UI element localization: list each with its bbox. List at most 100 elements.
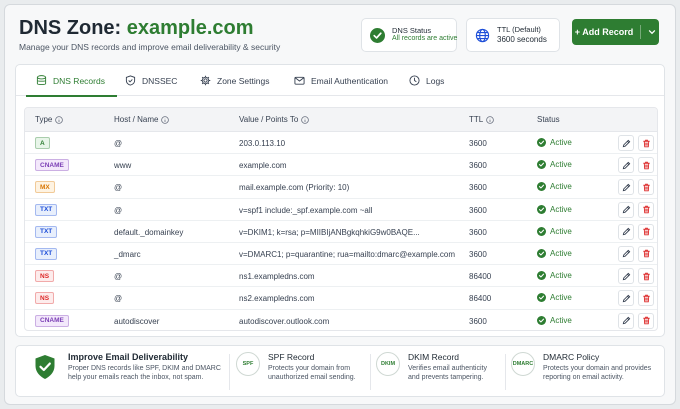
record-type-badge: A [35,137,50,149]
edit-record-button[interactable] [618,268,634,285]
feature-desc-line2: unauthorized email sending. [268,374,356,382]
column-header-status[interactable]: Status [537,115,560,124]
trash-icon [642,227,650,236]
tab-email-authentication[interactable]: Email Authentication [294,65,388,96]
check-circle-icon [537,226,546,236]
dns-status-card: DNS Status All records are active [361,18,457,52]
table-row[interactable]: CNAME www example.com 3600 Active [25,154,657,177]
table-body: A @203.0.113.10 3600 Active CNAME www example.… [25,132,657,331]
column-label: Status [537,115,560,124]
record-value: ns2.exampledns.com [239,294,315,304]
ttl-default-value: 3600 seconds [497,34,547,44]
dmarc-icon: DMARC [511,352,535,376]
check-circle-icon [537,293,546,303]
trash-icon [642,316,650,325]
table-row[interactable]: TXT default._domainkey v=DKIM1; k=rsa; p=M… [25,221,657,243]
edit-record-button[interactable] [618,135,634,151]
feature-desc-line1: Protects your domain from [268,365,351,372]
record-status: Active [537,204,572,214]
table-row[interactable]: TXT @ v=spf1 include:_spf.example.com ~all… [25,199,657,221]
column-header-value[interactable]: Value / Points To [239,115,310,124]
tab-label: DNS Records [53,75,105,86]
record-value: ns1.exampledns.com [239,272,315,282]
table-row[interactable]: A @203.0.113.10 3600 Active [25,132,657,155]
check-circle-icon [537,315,546,325]
table-row[interactable]: NS @ ns1.exampledns.com 86400 Active [25,265,657,288]
edit-record-button[interactable] [618,201,634,218]
button-divider [640,25,642,39]
column-label: Host / Name [114,115,159,124]
deliverability-desc-line2: help your emails reach the inbox, not sp… [68,374,204,382]
record-host: default._domainkey [114,227,184,237]
record-ttl: 3600 [469,249,487,259]
tab-zone-settings[interactable]: Zone Settings [200,65,269,96]
tab-dns-records[interactable]: DNS Records [26,65,117,97]
record-ttl: 3600 [469,161,487,171]
delete-record-button[interactable] [638,245,654,262]
edit-record-button[interactable] [618,179,634,196]
pencil-icon [622,139,630,147]
feature-title: DKIM Record [408,352,460,362]
tab-dnssec[interactable]: DNSSEC [125,65,177,96]
table-row[interactable]: MX @ mail.example.com (Priority: 10) 3600 Ac… [25,176,657,199]
feature-desc-line1: Protects your domain and provides [543,365,652,372]
delete-record-button[interactable] [638,312,654,329]
edit-record-button[interactable] [618,290,634,307]
trash-icon [642,183,650,192]
record-status: Active [537,271,572,281]
spf-icon: SPF [236,352,260,376]
record-ttl: 3600 [469,227,487,237]
add-record-button[interactable]: + Add Record [572,19,659,45]
edit-record-button[interactable] [618,157,634,174]
check-circle-icon [537,138,546,147]
status-label: Active [550,138,572,147]
delete-record-button[interactable] [638,223,654,240]
tab-label: Logs [426,75,445,86]
record-type-badge: MX [35,181,55,194]
feature-dmarc: DMARC DMARC Policy Protects your domain … [511,352,651,383]
tab-logs[interactable]: Logs [409,65,444,96]
delete-record-button[interactable] [638,157,654,174]
pencil-icon [622,183,630,192]
record-value: example.com [239,161,287,171]
column-header-ttl[interactable]: TTL [469,115,495,124]
record-host: autodiscover [114,316,160,326]
gear-icon [200,75,211,86]
table-header: Type Host / Name Value / Points To TTL S… [25,108,657,132]
trash-icon [642,272,650,280]
chevron-down-icon[interactable] [648,28,656,36]
column-header-type[interactable]: Type [35,115,64,124]
column-header-host[interactable]: Host / Name [114,115,170,124]
info-icon [161,115,170,124]
info-icon [55,115,64,124]
check-circle-icon [537,182,546,192]
record-ttl: 3600 [469,139,487,148]
record-ttl: 86400 [469,294,492,304]
record-host: @ [114,294,123,304]
trash-icon [642,250,650,258]
status-label: Active [550,182,572,192]
status-label: Active [550,160,572,170]
table-row[interactable]: NS @ ns2.exampledns.com 86400 Active [25,287,657,310]
record-host: @ [114,139,123,148]
edit-record-button[interactable] [618,312,634,329]
delete-record-button[interactable] [638,268,654,285]
record-value: v=DMARC1; p=quarantine; rua=mailto:dmarc… [239,249,455,259]
trash-icon [642,294,650,303]
deliverability-banner: Improve Email Deliverability Proper DNS … [15,345,665,397]
info-icon [486,115,495,124]
pencil-icon [622,205,630,214]
table-row[interactable]: CNAME autodiscover autodiscover.outlook.co… [25,310,657,331]
delete-record-button[interactable] [638,179,654,196]
record-status: Active [537,182,572,192]
record-type-badge: CNAME [35,159,69,172]
record-ttl: 86400 [469,272,492,282]
edit-record-button[interactable] [618,223,634,240]
status-label: Active [550,248,572,258]
delete-record-button[interactable] [638,290,654,307]
edit-record-button[interactable] [618,245,634,262]
delete-record-button[interactable] [638,135,654,151]
table-row[interactable]: TXT _dmarc v=DMARC1; p=quarantine; rua=mai… [25,243,657,266]
delete-record-button[interactable] [638,201,654,218]
record-status: Active [537,226,572,236]
